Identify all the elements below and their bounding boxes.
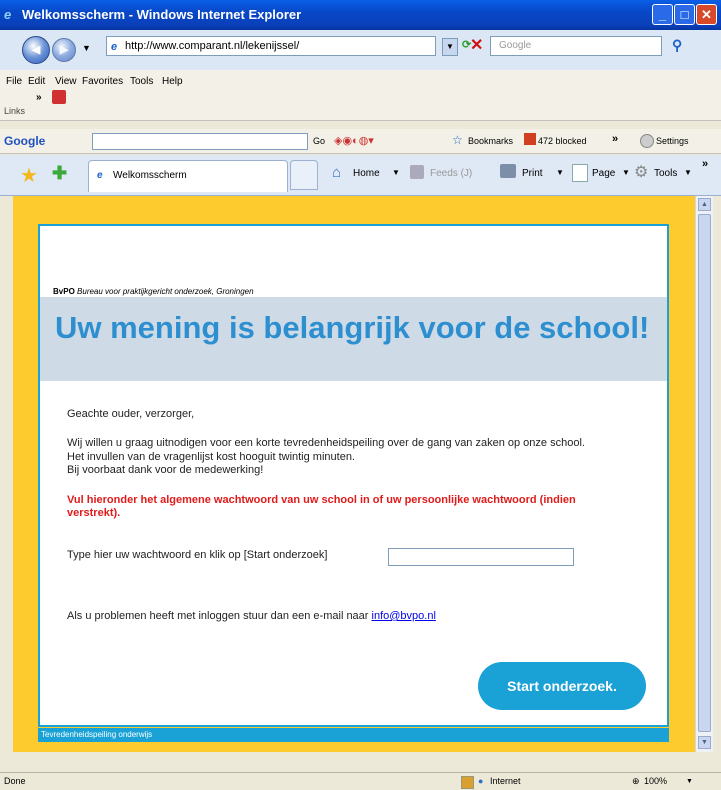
go-button[interactable]: Go bbox=[313, 136, 325, 146]
page-footer: Tevredenheidspeiling onderwijs bbox=[38, 728, 669, 742]
menu-tools[interactable]: Tools bbox=[130, 76, 153, 87]
address-dropdown-icon[interactable]: ▼ bbox=[442, 38, 458, 56]
close-button[interactable]: ✕ bbox=[696, 4, 717, 25]
menu-help[interactable]: Help bbox=[162, 76, 183, 87]
password-label: Type hier uw wachtwoord en klik op [Star… bbox=[67, 549, 328, 561]
favorites-star-icon[interactable]: ★ bbox=[20, 163, 38, 188]
tab-page-icon: e bbox=[97, 170, 103, 181]
google-search-input[interactable] bbox=[92, 133, 308, 150]
stop-icon[interactable]: ✕ bbox=[470, 35, 483, 55]
home-icon[interactable]: ⌂ bbox=[332, 164, 341, 181]
chevron-icon[interactable]: » bbox=[36, 92, 42, 103]
intro-line-1: Wij willen u graag uitnodigen voor een k… bbox=[67, 437, 585, 449]
print-button[interactable]: Print bbox=[522, 168, 543, 179]
password-input[interactable] bbox=[388, 548, 574, 566]
add-favorite-icon[interactable]: ✚ bbox=[52, 163, 67, 184]
print-icon bbox=[500, 164, 516, 178]
address-url: http://www.comparant.nl/lekenijssel/ bbox=[125, 40, 300, 52]
menu-favorites[interactable]: Favorites bbox=[82, 76, 123, 87]
settings-button[interactable]: Settings bbox=[656, 136, 689, 146]
intro-line-2: Het invullen van de vragenlijst kost hoo… bbox=[67, 451, 355, 463]
home-button[interactable]: Home bbox=[353, 168, 380, 179]
home-dropdown-icon[interactable]: ▼ bbox=[392, 168, 400, 177]
help-text: Als u problemen heeft met inloggen stuur… bbox=[67, 610, 369, 622]
feeds-icon bbox=[410, 165, 424, 179]
star-icon: ☆ bbox=[452, 133, 463, 147]
help-email-link[interactable]: info@bvpo.nl bbox=[372, 610, 436, 622]
tab-welkomsscherm[interactable]: e Welkomsscherm bbox=[88, 160, 288, 192]
popup-blocker-icon bbox=[524, 133, 536, 145]
print-dropdown-icon[interactable]: ▼ bbox=[556, 168, 564, 177]
status-text: Done bbox=[4, 776, 26, 786]
google-logo: Google bbox=[4, 134, 46, 148]
back-button[interactable]: ◀ bbox=[22, 36, 50, 64]
more-chevron-icon[interactable]: » bbox=[612, 133, 618, 145]
menu-view[interactable]: View bbox=[55, 76, 77, 87]
forward-button[interactable]: ▶ bbox=[52, 38, 76, 62]
window-titlebar[interactable]: e Welkomsscherm - Windows Internet Explo… bbox=[0, 0, 721, 30]
toolbar-icons[interactable]: ◈◉◐◍▾ bbox=[334, 134, 374, 147]
protected-mode-icon bbox=[461, 776, 474, 789]
zoom-level[interactable]: 100% bbox=[644, 773, 667, 790]
start-survey-button[interactable]: Start onderzoek. bbox=[478, 662, 646, 710]
bookmarks-button[interactable]: Bookmarks bbox=[468, 136, 513, 146]
commandbar-chevron-icon[interactable]: » bbox=[702, 158, 708, 170]
menu-bar: File Edit View Favorites Tools Help Link… bbox=[0, 70, 721, 121]
feeds-button[interactable]: Feeds (J) bbox=[430, 168, 472, 179]
institute-full: Bureau voor praktijkgericht onderzoek, G… bbox=[77, 287, 254, 296]
pdf-icon[interactable] bbox=[52, 90, 66, 104]
ie-logo-icon: e bbox=[4, 7, 12, 22]
greeting: Geachte ouder, verzorger, bbox=[67, 408, 195, 420]
zoom-dropdown-icon[interactable]: ▼ bbox=[686, 773, 693, 790]
zone-label: Internet bbox=[490, 776, 521, 786]
tools-button[interactable]: Tools bbox=[654, 168, 677, 179]
page-headline: Uw mening is belangrijk voor de school! bbox=[55, 310, 650, 345]
zoom-icon: ⊕ bbox=[632, 776, 640, 786]
new-tab-button[interactable] bbox=[290, 160, 318, 190]
minimize-button[interactable]: _ bbox=[652, 4, 673, 25]
page-icon: e bbox=[111, 41, 118, 53]
page-dropdown-icon[interactable]: ▼ bbox=[622, 168, 630, 177]
maximize-button[interactable]: □ bbox=[674, 4, 695, 25]
menu-edit[interactable]: Edit bbox=[28, 76, 45, 87]
search-input[interactable]: Google bbox=[490, 36, 662, 56]
window-title: Welkomsscherm - Windows Internet Explore… bbox=[22, 7, 302, 22]
institute-line: BvPO Bureau voor praktijkgericht onderzo… bbox=[53, 287, 254, 296]
institute-abbr: BvPO bbox=[53, 287, 75, 296]
page-menu-icon bbox=[572, 164, 588, 182]
history-dropdown-icon[interactable]: ▼ bbox=[82, 43, 91, 53]
tools-gear-icon: ⚙ bbox=[634, 164, 649, 181]
search-icon[interactable]: ⚲ bbox=[672, 37, 682, 54]
scroll-up-icon[interactable]: ▲ bbox=[698, 198, 711, 211]
password-notice: Vul hieronder het algemene wachtwoord va… bbox=[67, 494, 576, 519]
scroll-thumb[interactable] bbox=[698, 214, 711, 732]
vertical-scrollbar[interactable]: ▲ ▼ bbox=[695, 196, 713, 752]
blocked-count[interactable]: 472 blocked bbox=[538, 136, 587, 146]
settings-icon bbox=[640, 134, 654, 148]
tab-title: Welkomsscherm bbox=[113, 170, 187, 181]
intro-line-3: Bij voorbaat dank voor de medewerking! bbox=[67, 464, 264, 476]
links-label: Links bbox=[4, 106, 26, 116]
help-line: Als u problemen heeft met inloggen stuur… bbox=[67, 610, 436, 623]
globe-icon: ● bbox=[478, 776, 484, 786]
address-input[interactable]: e http://www.comparant.nl/lekenijssel/ bbox=[106, 36, 436, 56]
status-bar: Done ● Internet ⊕ 100% ▼ bbox=[0, 772, 721, 790]
menu-file[interactable]: File bbox=[6, 76, 22, 87]
scroll-down-icon[interactable]: ▼ bbox=[698, 736, 711, 749]
page-button[interactable]: Page bbox=[592, 168, 615, 179]
tools-dropdown-icon[interactable]: ▼ bbox=[684, 168, 692, 177]
